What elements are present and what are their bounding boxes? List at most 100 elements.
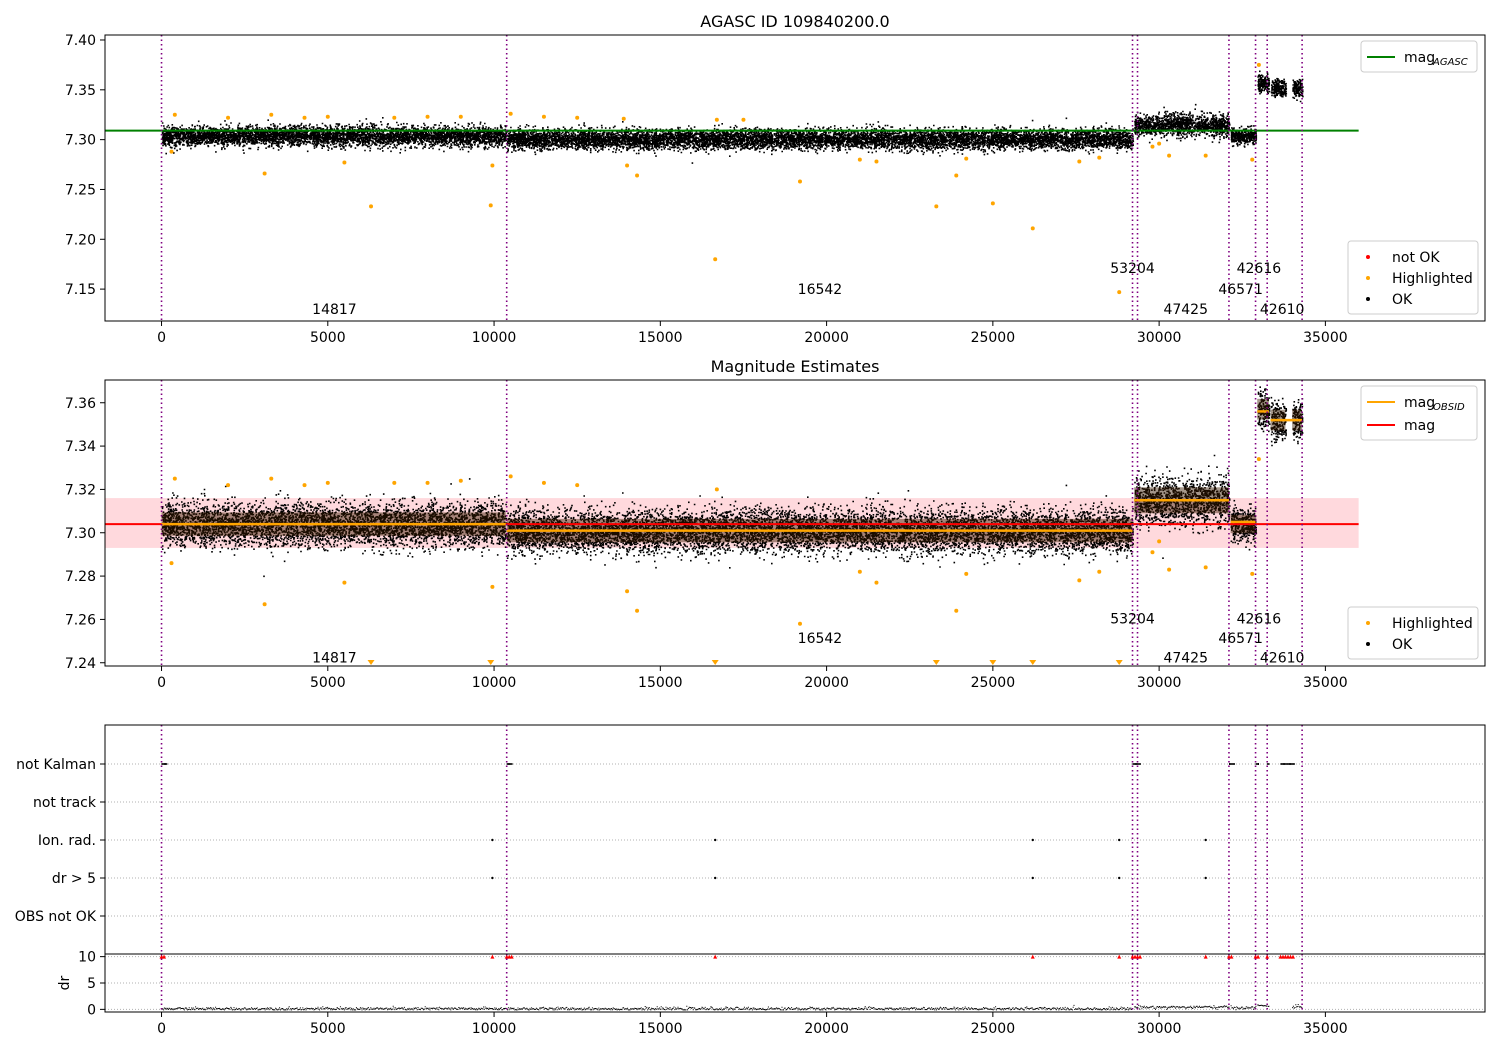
highlighted-point <box>425 480 430 485</box>
y-axis-ytick-label: 7.40 <box>65 33 96 49</box>
x-axis-xtick-label: 5000 <box>310 330 346 346</box>
panel1-title: AGASC ID 109840200.0 <box>700 12 889 31</box>
highlighted-point <box>508 111 513 116</box>
highlighted-point <box>1117 290 1122 295</box>
legend-label: not OK <box>1392 250 1440 266</box>
dr-clipped-marker <box>713 954 718 959</box>
y-axis-ytick-label: 7.15 <box>65 282 96 298</box>
panel2-plot-area: 14817 16542 53204 47425 42616 46571 42610 <box>105 380 1359 666</box>
dr-clipped-marker <box>1117 954 1122 959</box>
x-axis-xtick-label: 25000 <box>971 675 1016 691</box>
highlighted-point <box>226 115 231 120</box>
x-axis-xtick-label: 20000 <box>804 675 849 691</box>
panel3-frame <box>104 724 1486 1013</box>
highlighted-point <box>1097 155 1102 160</box>
flag-point <box>1118 876 1121 880</box>
panel1-frame <box>104 34 1486 322</box>
highlighted-offscale-marker <box>711 660 719 665</box>
x-axis-xtick-label: 0 <box>157 675 166 691</box>
x-axis-xtick-label: 5000 <box>310 1021 346 1037</box>
x-axis-xtick-label: 15000 <box>638 675 683 691</box>
dr-ytick-label: 5 <box>87 976 96 992</box>
highlighted-point <box>226 483 231 488</box>
x-axis-xtick-label: 20000 <box>804 1021 849 1037</box>
highlighted-point <box>488 203 493 208</box>
highlighted-point <box>269 112 274 117</box>
highlighted-point <box>172 112 177 117</box>
flag-points <box>506 763 513 765</box>
plot-contents: 14817 16542 53204 47425 42616 46571 42610 <box>105 380 1359 666</box>
dr-points <box>1230 1005 1257 1011</box>
legend-dot-swatch <box>1366 276 1370 280</box>
x-axis-xtick-label: 10000 <box>472 330 517 346</box>
highlighted-point <box>172 476 177 481</box>
highlighted-point <box>1077 159 1082 164</box>
highlighted-point <box>1167 153 1172 158</box>
legend-label: mag <box>1404 418 1435 434</box>
y-axis-ytick-label: 7.28 <box>65 569 96 585</box>
x-axis-xtick-label: 30000 <box>1137 675 1182 691</box>
highlighted-point <box>1157 539 1162 544</box>
panel1-plot-area: 14817 16542 53204 47425 42616 46571 42610 <box>105 35 1359 321</box>
dr-ytick-label: 0 <box>87 1002 96 1018</box>
highlighted-point <box>635 173 640 178</box>
highlighted-point <box>714 487 719 492</box>
obsid-label: 53204 <box>1110 261 1155 277</box>
panel2-title: Magnitude Estimates <box>711 357 880 376</box>
flags-contents <box>105 725 1485 954</box>
highlighted-point <box>458 114 463 119</box>
highlighted-point <box>797 179 802 184</box>
highlighted-point <box>954 608 959 613</box>
flag-label: OBS not OK <box>15 909 97 925</box>
legend-box-bottom <box>1347 606 1479 660</box>
x-axis-xtick-label: 30000 <box>1137 1021 1182 1037</box>
highlighted-point <box>1250 157 1255 162</box>
highlighted-point <box>169 149 174 154</box>
highlighted-point <box>169 561 174 566</box>
obsid-label: 16542 <box>798 631 843 647</box>
x-axis-xtick-label: 35000 <box>1303 330 1348 346</box>
flag-points <box>1229 763 1235 765</box>
legend-dot-swatch <box>1366 642 1370 646</box>
x-axis-xtick-label: 20000 <box>804 330 849 346</box>
flag-point <box>1204 838 1207 842</box>
highlighted-point <box>325 114 330 119</box>
y-axis-ytick-label: 7.30 <box>65 526 96 542</box>
ok-points <box>161 117 508 155</box>
highlighted-point <box>857 157 862 162</box>
y-axis-ytick-label: 7.35 <box>65 83 96 99</box>
panel1-legend: magAGASC not OK Highlighted OK <box>1347 40 1479 315</box>
highlighted-point <box>954 173 959 178</box>
highlighted-point <box>625 163 630 168</box>
flag-point <box>1204 876 1207 880</box>
panel2-legend: magOBSIDmagHighlightedOK <box>1347 385 1479 660</box>
obsid-label: 53204 <box>1110 611 1155 627</box>
highlighted-point <box>342 160 347 165</box>
y-axis-ytick-label: 7.26 <box>65 612 96 628</box>
obsid-label: 42616 <box>1237 611 1282 627</box>
highlighted-point <box>490 584 495 589</box>
dr-clipped-marker <box>1030 954 1035 959</box>
highlighted-point <box>874 580 879 585</box>
dr-clipped-marker <box>1203 954 1208 959</box>
legend-label-subscript: AGASC <box>1432 57 1468 68</box>
obsid-label: 47425 <box>1163 650 1208 666</box>
panel3-axes: not Kalman not track Ion. rad. dr > 5 OBS no… <box>15 757 1348 1037</box>
dr-clipped-marker <box>1290 954 1295 959</box>
legend-label: mag <box>1404 395 1435 411</box>
x-axis-xtick-label: 10000 <box>472 1021 517 1037</box>
flag-label: not track <box>33 795 97 811</box>
highlighted-point <box>490 163 495 168</box>
highlighted-point <box>1150 144 1155 149</box>
x-axis-xtick-label: 15000 <box>638 330 683 346</box>
legend-label: Highlighted <box>1392 271 1473 287</box>
highlighted-point <box>741 117 746 122</box>
dr-contents <box>105 954 1485 1012</box>
dr-clipped-marker <box>1256 954 1261 959</box>
highlighted-point <box>302 115 307 120</box>
x-axis-xtick-label: 0 <box>157 1021 166 1037</box>
obsid-label: 42616 <box>1237 261 1282 277</box>
flag-points <box>161 763 168 765</box>
y-axis-ytick-label: 7.25 <box>65 182 96 198</box>
dr-clipped-marker <box>1138 954 1143 959</box>
